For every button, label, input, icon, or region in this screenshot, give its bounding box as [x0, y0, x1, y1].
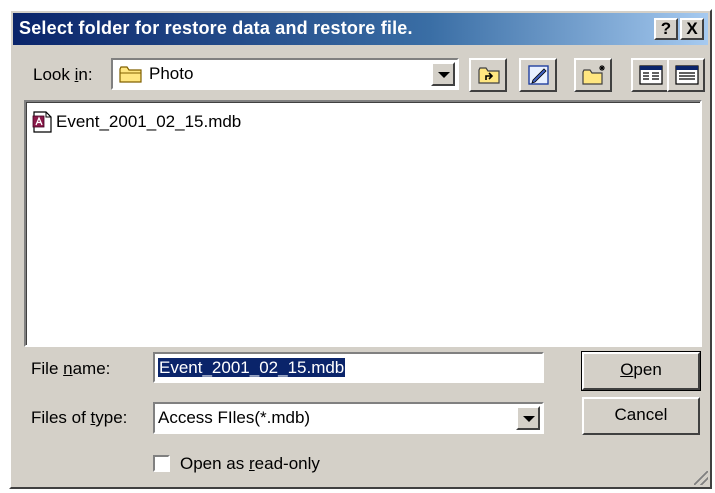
browse-desktop-button[interactable]: [519, 58, 557, 92]
list-view-icon: [639, 65, 663, 90]
list-view-button[interactable]: [631, 58, 669, 92]
file-list[interactable]: Event_2001_02_15.mdb: [24, 100, 702, 347]
edit-pencil-icon: [527, 64, 551, 91]
dialog-title: Select folder for restore data and resto…: [19, 18, 413, 38]
file-list-frame: [26, 102, 700, 345]
up-folder-icon: [477, 65, 501, 90]
look-in-value: Photo: [149, 64, 194, 83]
title-bar[interactable]: Select folder for restore data and resto…: [13, 13, 708, 45]
file-name-label: File name:: [31, 359, 111, 378]
file-name-value: Event_2001_02_15.mdb: [158, 358, 346, 377]
file-item-name: Event_2001_02_15.mdb: [56, 112, 242, 131]
close-button[interactable]: X: [680, 18, 704, 40]
file-type-combo[interactable]: Access FIles(*.mdb): [153, 402, 544, 434]
access-file-icon: [31, 111, 53, 138]
file-type-dropdown-arrow[interactable]: [516, 406, 540, 430]
resize-grip[interactable]: [694, 471, 708, 485]
create-new-folder-button[interactable]: [574, 58, 612, 92]
folder-icon: [119, 65, 143, 88]
file-name-input[interactable]: Event_2001_02_15.mdb: [153, 352, 544, 383]
look-in-dropdown-arrow[interactable]: [431, 62, 455, 86]
look-in-label: Look in:: [33, 65, 93, 84]
cancel-button[interactable]: Cancel: [582, 397, 700, 435]
up-one-level-button[interactable]: [469, 58, 507, 92]
read-only-label[interactable]: Open as read-only: [180, 454, 320, 474]
new-folder-icon: [582, 64, 608, 91]
details-view-button[interactable]: [667, 58, 705, 92]
file-type-value: Access FIles(*.mdb): [158, 408, 311, 427]
file-type-label: Files of type:: [31, 408, 128, 427]
look-in-combo[interactable]: Photo: [111, 58, 459, 90]
open-button[interactable]: Open: [581, 351, 701, 391]
restore-dialog: Select folder for restore data and resto…: [9, 9, 712, 489]
read-only-checkbox[interactable]: [153, 455, 170, 472]
help-button[interactable]: ?: [654, 18, 678, 40]
details-view-icon: [675, 65, 699, 90]
